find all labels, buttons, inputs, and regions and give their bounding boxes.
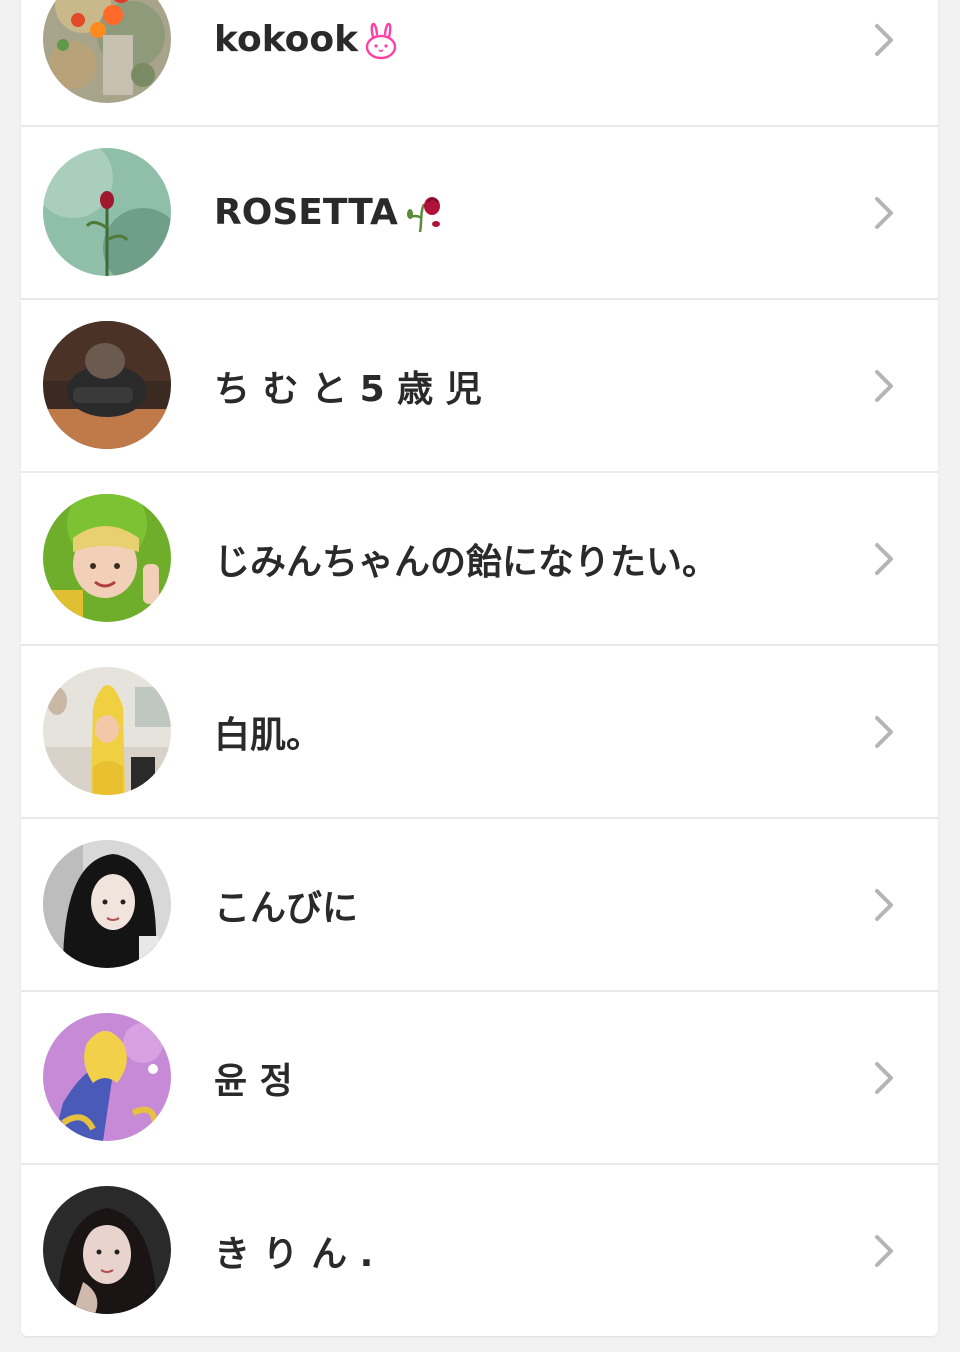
- friend-row[interactable]: ち む と 5 歳 児: [21, 300, 938, 473]
- avatar: [43, 667, 171, 795]
- avatar: [43, 148, 171, 276]
- friend-name: kokook: [214, 0, 398, 125]
- avatar: [43, 840, 171, 968]
- friend-row[interactable]: じみんちゃんの飴になりたい。: [21, 473, 938, 646]
- chevron-right-icon[interactable]: [872, 714, 896, 750]
- friend-row[interactable]: 윤 정: [21, 992, 938, 1165]
- rabbit-face-icon: [364, 19, 398, 61]
- friend-row[interactable]: 白肌。: [21, 646, 938, 819]
- chevron-right-icon[interactable]: [872, 541, 896, 577]
- friend-row[interactable]: kokook: [21, 0, 938, 127]
- chevron-right-icon[interactable]: [872, 22, 896, 58]
- avatar: [43, 494, 171, 622]
- friend-name: じみんちゃんの飴になりたい。: [214, 541, 719, 583]
- chevron-right-icon[interactable]: [872, 368, 896, 404]
- friend-name: き り ん .: [214, 1233, 374, 1275]
- wilted-rose-icon: [404, 192, 446, 234]
- avatar: [43, 1013, 171, 1141]
- friend-name: 白肌。: [214, 714, 323, 756]
- friend-row[interactable]: こんびに: [21, 819, 938, 992]
- chevron-right-icon[interactable]: [872, 887, 896, 923]
- friend-list: kokook ROSETTA ち む と 5 歳 児 じみんちゃんの飴になりたい…: [21, 0, 938, 1336]
- chevron-right-icon[interactable]: [872, 1233, 896, 1269]
- friend-name: 윤 정: [214, 1060, 293, 1102]
- chevron-right-icon[interactable]: [872, 195, 896, 231]
- friend-row[interactable]: き り ん .: [21, 1165, 938, 1336]
- friend-row[interactable]: ROSETTA: [21, 127, 938, 300]
- friend-name: ROSETTA: [214, 127, 446, 298]
- chevron-right-icon[interactable]: [872, 1060, 896, 1096]
- avatar: [43, 1186, 171, 1314]
- avatar: [43, 0, 171, 103]
- friend-name: こんびに: [214, 887, 359, 929]
- friend-name: ち む と 5 歳 児: [214, 368, 482, 410]
- avatar: [43, 321, 171, 449]
